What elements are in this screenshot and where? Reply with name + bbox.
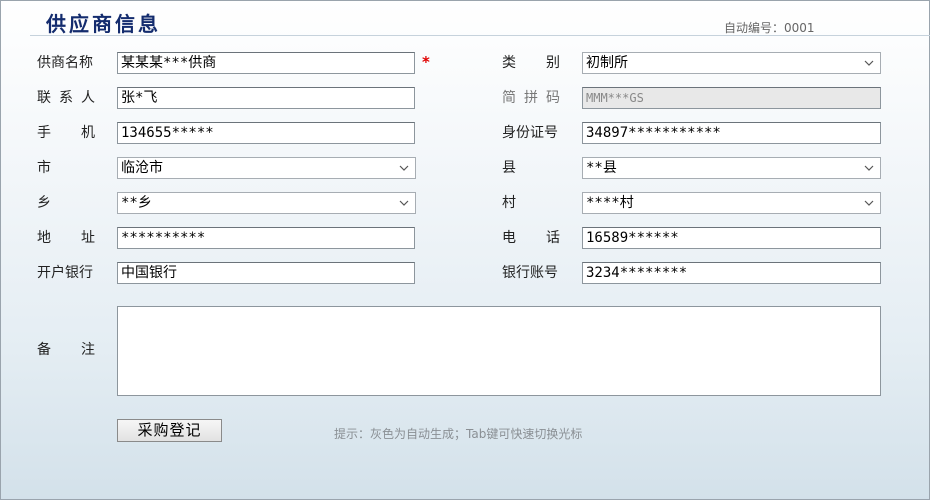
hint-text: 提示：灰色为自动生成；Tab键可快速切换光标 (334, 427, 583, 441)
address-input[interactable]: ********** (117, 227, 415, 249)
bank-account-label: 银行账号 (502, 265, 558, 281)
category-label: 类 别 (502, 55, 560, 71)
bank-input[interactable]: 中国银行 (117, 262, 415, 284)
remark-textarea[interactable] (117, 306, 881, 396)
county-label: 县 (502, 160, 516, 176)
contact-input[interactable]: 张*飞 (117, 87, 415, 109)
purchase-register-button[interactable]: 采购登记 (117, 419, 222, 442)
township-label: 乡 (37, 195, 51, 211)
city-value: 临沧市 (121, 160, 163, 176)
pinyin-code-input: MMM***GS (582, 87, 881, 109)
village-label: 村 (502, 195, 516, 211)
address-label: 地址 (37, 230, 95, 246)
category-select[interactable]: 初制所 (582, 52, 881, 74)
id-number-input[interactable]: 34897*********** (582, 122, 881, 144)
chevron-down-icon (864, 158, 874, 178)
id-number-label: 身份证号 (502, 125, 558, 141)
pinyin-code-label: 简拼码 (502, 90, 560, 106)
village-value: ****村 (586, 195, 634, 211)
chevron-down-icon (864, 53, 874, 73)
village-select[interactable]: ****村 (582, 192, 881, 214)
supplier-name-label: 供商名称 (37, 55, 93, 71)
city-select[interactable]: 临沧市 (117, 157, 416, 179)
phone-input[interactable]: 16589****** (582, 227, 881, 249)
bank-label: 开户银行 (37, 265, 93, 281)
phone-label: 电话 (502, 230, 560, 246)
mobile-label: 手机 (37, 125, 95, 141)
township-select[interactable]: **乡 (117, 192, 416, 214)
page-title: 供应商信息 (46, 12, 161, 36)
remark-label: 备注 (37, 342, 95, 358)
bank-account-input[interactable]: 3234******** (582, 262, 881, 284)
chevron-down-icon (399, 158, 409, 178)
supplier-name-input[interactable]: 某某某***供商 (117, 52, 415, 74)
contact-label: 联系人 (37, 90, 95, 106)
county-value: **县 (586, 160, 617, 176)
chevron-down-icon (399, 193, 409, 213)
category-value: 初制所 (586, 55, 628, 71)
county-select[interactable]: **县 (582, 157, 881, 179)
required-mark: * (422, 53, 430, 71)
mobile-input[interactable]: 134655***** (117, 122, 415, 144)
chevron-down-icon (864, 193, 874, 213)
auto-number: 自动编号：0001 (724, 21, 815, 35)
city-label: 市 (37, 160, 51, 176)
header-divider (30, 35, 930, 36)
township-value: **乡 (121, 195, 152, 211)
